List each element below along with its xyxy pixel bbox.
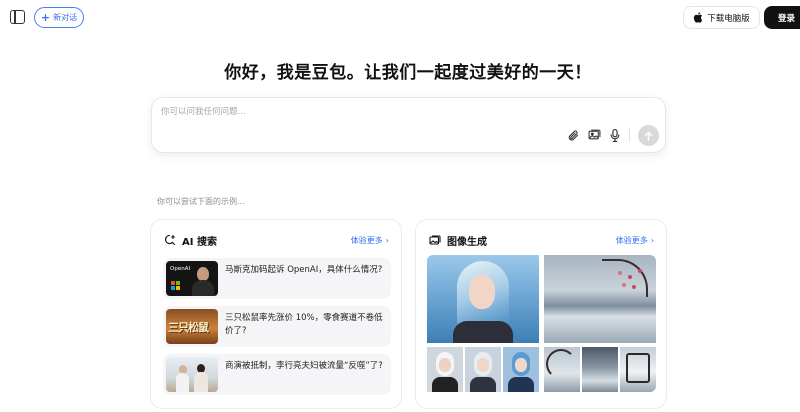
new-chat-button[interactable]: + 新对话 [34, 7, 84, 28]
plus-icon: + [40, 11, 51, 24]
new-chat-label: 新对话 [53, 13, 78, 22]
sidebar-toggle-icon[interactable] [10, 10, 25, 24]
image-generation-more-link[interactable]: 体验更多 › [616, 235, 654, 246]
brand-wordmark: 三只松鼠 [168, 321, 209, 334]
login-button[interactable]: 登录 [764, 6, 800, 29]
composer-divider [629, 128, 630, 142]
ai-search-header: AI 搜索 [164, 233, 217, 248]
image-icon [429, 234, 441, 245]
image-upload-icon[interactable] [587, 128, 601, 142]
image-generation-title: 图像生成 [447, 236, 487, 248]
news-title: 马斯克加码起诉 OpenAI，具体什么情况? [225, 265, 383, 275]
chat-composer [151, 97, 666, 153]
send-button[interactable] [638, 125, 659, 146]
openai-logo: OpenAI [170, 266, 191, 272]
chevron-right-icon: › [650, 236, 654, 245]
news-title: 商演被抵制，李行亮夫妇被流量“反噬”了? [225, 361, 383, 371]
ai-search-more-label: 体验更多 [350, 236, 383, 245]
image-generation-more-label: 体验更多 [615, 236, 648, 245]
person-figure [194, 364, 208, 392]
generated-image[interactable] [620, 347, 656, 392]
chat-input[interactable] [161, 107, 651, 117]
examples-hint: 你可以尝试下面的示例... [157, 197, 245, 206]
news-item[interactable]: 三只松鼠 三只松鼠率先涨价 10%，零食赛道不卷低价了? [163, 306, 391, 347]
download-desktop-button[interactable]: 下载电脑版 [683, 6, 760, 29]
sparkle-search-icon [165, 234, 176, 246]
image-generation-header: 图像生成 [429, 233, 487, 248]
news-thumbnail: OpenAI [166, 261, 218, 296]
news-item[interactable]: OpenAI 马斯克加码起诉 OpenAI，具体什么情况? [163, 258, 391, 299]
generated-image[interactable] [544, 347, 580, 392]
download-desktop-label: 下载电脑版 [707, 13, 750, 24]
generated-image[interactable] [427, 347, 463, 392]
news-title: 三只松鼠率先涨价 10%，零食赛道不卷低价了? [225, 313, 383, 336]
ai-search-card: AI 搜索 体验更多 › OpenAI 马斯克加码起诉 OpenAI，具体什么情… [150, 219, 402, 409]
news-thumbnail: 三只松鼠 [166, 309, 218, 344]
person-figure [176, 365, 189, 392]
microphone-icon[interactable] [608, 128, 622, 142]
generated-image[interactable] [465, 347, 501, 392]
top-bar: + 新对话 下载电脑版 登录 [0, 0, 800, 36]
ai-search-title: AI 搜索 [182, 236, 217, 248]
generated-image[interactable] [582, 347, 618, 392]
generated-image[interactable] [503, 347, 539, 392]
news-thumbnail [166, 357, 218, 392]
generated-image-gallery [427, 255, 656, 392]
generated-image[interactable] [544, 255, 656, 343]
chevron-right-icon: › [385, 236, 389, 245]
arrow-up-icon [644, 131, 653, 141]
greeting-title: 你好，我是豆包。让我们一起度过美好的一天！ [224, 63, 592, 83]
news-item[interactable]: 商演被抵制，李行亮夫妇被流量“反噬”了? [163, 354, 391, 395]
person-portrait [192, 265, 214, 296]
apple-icon [694, 12, 703, 23]
image-generation-card: 图像生成 体验更多 › [415, 219, 667, 409]
attachment-icon[interactable] [566, 128, 580, 142]
microsoft-logo [171, 281, 180, 290]
ai-search-more-link[interactable]: 体验更多 › [351, 235, 389, 246]
generated-image[interactable] [427, 255, 539, 343]
